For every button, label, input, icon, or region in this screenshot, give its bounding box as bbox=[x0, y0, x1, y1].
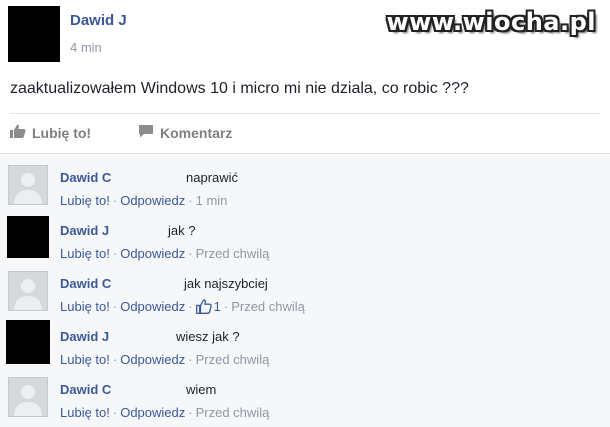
comment-button-label: Komentarz bbox=[160, 124, 233, 141]
comment-text: wiesz jak ? bbox=[176, 329, 240, 344]
comment-item: Dawid J jak ? Lubię to! · Odpowiedz · Przed … bbox=[0, 211, 610, 264]
comment-reply-link[interactable]: Odpowiedz bbox=[120, 193, 185, 208]
comment-meta: Lubię to! · Odpowiedz · Przed chwilą bbox=[60, 246, 270, 261]
comment-time[interactable]: Przed chwilą bbox=[196, 246, 270, 261]
comment-time[interactable]: Przed chwilą bbox=[196, 352, 270, 367]
comment-item: Dawid C jak najszybciej Lubię to! · Odpowi… bbox=[0, 264, 610, 317]
comment-reply-link[interactable]: Odpowiedz bbox=[120, 352, 185, 367]
like-count-thumb-icon bbox=[195, 299, 212, 317]
comment-author[interactable]: Dawid C bbox=[60, 276, 111, 291]
comment-meta: Lubię to! · Odpowiedz · 1 min bbox=[60, 193, 228, 208]
post-timestamp[interactable]: 4 min bbox=[70, 40, 102, 55]
comment-reply-link[interactable]: Odpowiedz bbox=[120, 405, 185, 420]
comment-like-link[interactable]: Lubię to! bbox=[60, 246, 110, 261]
comment-meta: Lubię to! · Odpowiedz · 1 · Przed chwilą bbox=[60, 299, 305, 317]
default-avatar[interactable] bbox=[8, 165, 48, 205]
comment-like-count[interactable]: 1 bbox=[214, 299, 221, 314]
comment-like-link[interactable]: Lubię to! bbox=[60, 405, 110, 420]
comment-item: Dawid C wiem Lubię to! · Odpowiedz · Przed c… bbox=[0, 370, 610, 423]
default-avatar[interactable] bbox=[8, 377, 48, 417]
post-author-name[interactable]: Dawid J bbox=[70, 12, 127, 29]
comment-item: Dawid C naprawić Lubię to! · Odpowiedz · 1 m… bbox=[0, 158, 610, 211]
comment-item: Dawid J wiesz jak ? Lubię to! · Odpowiedz ·… bbox=[0, 317, 610, 370]
comment-icon bbox=[138, 124, 154, 141]
divider bbox=[10, 113, 600, 114]
comment-meta: Lubię to! · Odpowiedz · Przed chwilą bbox=[60, 352, 270, 367]
comment-text: jak ? bbox=[168, 223, 196, 238]
comment-author[interactable]: Dawid C bbox=[60, 170, 111, 185]
post-header: Dawid J 4 min www.wiocha.pl bbox=[0, 0, 610, 70]
comment-author[interactable]: Dawid J bbox=[60, 223, 109, 238]
thumbs-up-icon bbox=[10, 124, 26, 141]
author-avatar[interactable] bbox=[8, 6, 60, 62]
comment-like-link[interactable]: Lubię to! bbox=[60, 352, 110, 367]
watermark: www.wiocha.pl bbox=[386, 8, 596, 36]
comment-reply-link[interactable]: Odpowiedz bbox=[120, 246, 185, 261]
comment-time[interactable]: Przed chwilą bbox=[196, 405, 270, 420]
like-button-label: Lubię to! bbox=[32, 124, 92, 141]
comment-time[interactable]: Przed chwilą bbox=[231, 299, 305, 314]
post-text: zaaktualizowałem Windows 10 i micro mi n… bbox=[10, 80, 469, 97]
comment-author[interactable]: Dawid J bbox=[60, 329, 109, 344]
comment-button[interactable]: Komentarz bbox=[138, 124, 232, 141]
default-avatar[interactable] bbox=[8, 271, 48, 311]
like-button[interactable]: Lubię to! bbox=[10, 124, 91, 141]
comment-meta: Lubię to! · Odpowiedz · Przed chwilą bbox=[60, 405, 270, 420]
comment-text: wiem bbox=[186, 382, 217, 397]
comment-reply-link[interactable]: Odpowiedz bbox=[120, 299, 185, 314]
comment-like-link[interactable]: Lubię to! bbox=[60, 299, 110, 314]
black-avatar[interactable] bbox=[6, 320, 50, 364]
comments-section: Dawid C naprawić Lubię to! · Odpowiedz · 1 m… bbox=[0, 153, 610, 427]
comment-like-link[interactable]: Lubię to! bbox=[60, 193, 110, 208]
comment-time[interactable]: 1 min bbox=[196, 193, 228, 208]
black-avatar[interactable] bbox=[7, 216, 49, 258]
comment-author[interactable]: Dawid C bbox=[60, 382, 111, 397]
comment-text: naprawić bbox=[186, 170, 239, 185]
comment-text: jak najszybciej bbox=[184, 276, 268, 291]
